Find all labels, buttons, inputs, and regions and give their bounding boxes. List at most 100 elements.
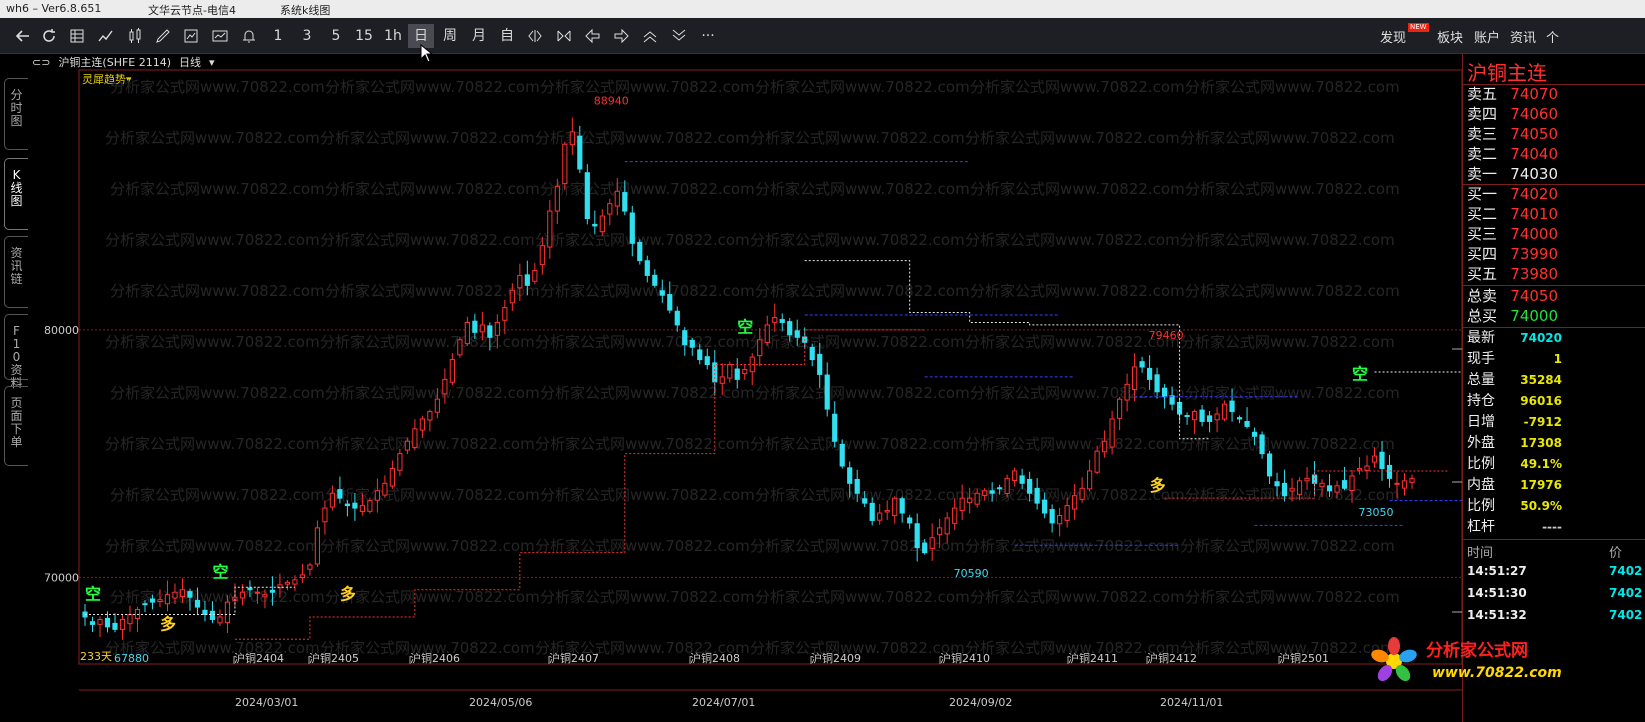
- candle-body: [284, 581, 291, 585]
- ask-row: 卖二 74040: [1467, 145, 1558, 163]
- svg-text:www.70822.com: www.70822.com: [1432, 665, 1562, 681]
- stat-row: 杠杆 ----: [1467, 519, 1562, 535]
- candle-body: [794, 330, 800, 338]
- stat-row: 内盘 17976: [1467, 477, 1562, 493]
- tick-time: 14:51:32: [1467, 608, 1527, 622]
- candle-body: [269, 589, 276, 593]
- candle-body: [1371, 455, 1378, 463]
- trend-signal: 空: [85, 585, 101, 604]
- contract-marker: 沪铜2410: [940, 651, 990, 665]
- watermark: 分析家公式网www.70822.com: [1185, 282, 1400, 300]
- candle-body: [1341, 480, 1348, 489]
- low-label: 67880: [114, 652, 149, 665]
- candle-body: [764, 324, 770, 344]
- candle-body: [1281, 482, 1288, 497]
- candle-body: [389, 467, 395, 487]
- candle-body: [1004, 477, 1010, 494]
- candle-body: [172, 591, 178, 599]
- candle-body: [929, 537, 935, 549]
- stat-row: 日增 -7912: [1467, 414, 1562, 430]
- candle-body: [427, 411, 433, 421]
- candle-body: [899, 498, 905, 514]
- candle-body: [1401, 480, 1408, 489]
- watermark: 分析家公式网www.70822.com: [1185, 180, 1400, 198]
- watermark: 分析家公式网www.70822.com: [970, 384, 1185, 402]
- candle-body: [877, 512, 883, 521]
- candle-body: [1154, 374, 1160, 393]
- candle-body: [464, 321, 470, 345]
- candle-body: [1289, 487, 1295, 492]
- candle-body: [254, 591, 261, 594]
- watermark: 分析家公式网www.70822.com: [965, 537, 1180, 555]
- candle-body: [1161, 387, 1168, 398]
- trend-signal: 多: [160, 614, 176, 633]
- news-button[interactable]: 资讯: [1510, 27, 1536, 46]
- watermark: 分析家公式网www.70822.com: [750, 231, 965, 249]
- watermark: 分析家公式网www.70822.com: [965, 333, 1180, 351]
- candle-body: [1094, 450, 1100, 473]
- candle-body: [202, 609, 208, 616]
- contract-marker: 沪铜2407: [549, 651, 599, 665]
- total-row: 总卖 74050: [1467, 287, 1558, 305]
- candle-body: [1206, 415, 1213, 422]
- kline-chart[interactable]: 分析家公式网www.70822.com 分析家公式网www.70822.com 分析…: [0, 0, 1462, 722]
- watermark: 分析家公式网www.70822.com: [970, 180, 1185, 198]
- candle-body: [922, 542, 928, 554]
- candle-body: [1379, 451, 1385, 469]
- candle-body: [352, 502, 358, 509]
- candle-body: [374, 490, 380, 501]
- bid-row: 买一 74020: [1467, 185, 1558, 203]
- bid-row: 买三 74000: [1467, 225, 1558, 243]
- watermark: 分析家公式网www.70822.com: [1185, 384, 1400, 402]
- candle-body: [757, 339, 763, 357]
- candle-body: [1079, 487, 1085, 500]
- candle-body: [1072, 495, 1078, 510]
- candle-body: [914, 523, 920, 549]
- watermark: 分析家公式网www.70822.com: [325, 384, 540, 402]
- candle-body: [562, 143, 568, 185]
- candle-body: [112, 622, 118, 630]
- bid-row: 买二 74010: [1467, 205, 1558, 223]
- candle-body: [179, 589, 186, 598]
- watermark: 分析家公式网www.70822.com: [755, 384, 970, 402]
- candle-body: [532, 269, 538, 282]
- candle-body: [1199, 409, 1205, 422]
- candle-body: [1221, 403, 1228, 420]
- candle-body: [239, 591, 246, 599]
- personal-button[interactable]: 个: [1546, 27, 1559, 46]
- stat-row: 现手 1: [1467, 351, 1562, 367]
- candle-body: [869, 502, 875, 521]
- candle-body: [1296, 480, 1303, 495]
- candle-body: [419, 418, 425, 431]
- candle-body: [742, 368, 748, 375]
- candle-body: [412, 428, 418, 448]
- candle-body: [1214, 413, 1220, 421]
- candle-body: [1244, 421, 1250, 427]
- site-logo: 分析家公式网 www.70822.com: [1371, 637, 1562, 682]
- candle-body: [1326, 485, 1333, 492]
- candle-body: [689, 339, 695, 348]
- watermark: 分析家公式网www.70822.com: [1180, 435, 1395, 453]
- candle-body: [157, 599, 163, 603]
- candle-body: [1087, 470, 1093, 490]
- y-tick-label: 70000: [44, 571, 79, 584]
- ticks-header-time: 时间: [1467, 546, 1494, 561]
- watermark: 分析家公式网www.70822.com: [105, 129, 320, 147]
- candle-body: [1042, 499, 1048, 514]
- watermark: 分析家公式网www.70822.com: [540, 486, 755, 504]
- account-button[interactable]: 账户: [1474, 27, 1500, 46]
- candle-body: [1109, 418, 1115, 448]
- candle-body: [217, 616, 223, 624]
- price-annotation: 70590: [954, 567, 989, 580]
- watermark: 分析家公式网www.70822.com: [320, 129, 535, 147]
- watermark: 分析家公式网www.70822.com: [110, 282, 325, 300]
- instrument-title: 沪铜主连: [1467, 61, 1547, 85]
- candle-body: [382, 482, 388, 496]
- candle-body: [697, 349, 703, 361]
- candle-body: [832, 413, 838, 442]
- candle-body: [884, 510, 890, 513]
- candle-body: [944, 517, 950, 535]
- candle-body: [907, 517, 913, 524]
- candle-body: [659, 290, 665, 296]
- candle-body: [1349, 475, 1355, 492]
